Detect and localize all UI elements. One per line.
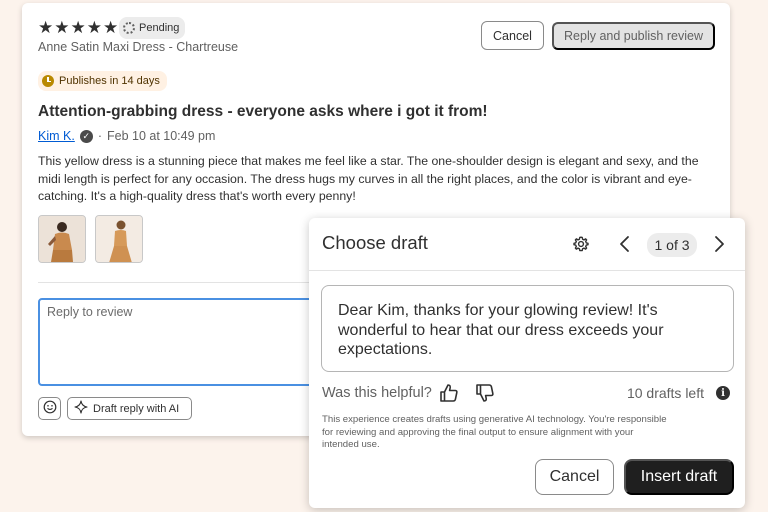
- status-text: Pending: [139, 22, 180, 34]
- draft-text: Dear Kim, thanks for your glowing review…: [321, 285, 734, 372]
- publish-notice-badge: Publishes in 14 days: [38, 71, 167, 91]
- star-icon: ★: [38, 18, 54, 37]
- cancel-button[interactable]: Cancel: [481, 21, 544, 50]
- publish-notice-text: Publishes in 14 days: [59, 75, 160, 87]
- insert-draft-button[interactable]: Insert draft: [624, 459, 734, 495]
- choose-draft-panel: Choose draft 1 of 3 Dear Kim, thanks for…: [309, 218, 745, 508]
- reply-input[interactable]: [38, 298, 338, 386]
- product-name: Anne Satin Maxi Dress - Chartreuse: [38, 40, 239, 54]
- panel-divider: [309, 270, 745, 271]
- meta-separator: ·: [97, 129, 102, 143]
- emoji-icon: [43, 400, 57, 417]
- star-rating: ★ ★ ★ ★ ★: [38, 19, 118, 36]
- cancel-draft-button[interactable]: Cancel: [535, 459, 614, 495]
- star-icon: ★: [54, 18, 70, 37]
- status-badge: Pending: [119, 17, 186, 39]
- review-meta: Kim K. ✓ · Feb 10 at 10:49 pm: [38, 129, 215, 143]
- clock-icon: [42, 75, 54, 87]
- chevron-left-icon[interactable]: [617, 235, 633, 258]
- reviewer-link[interactable]: Kim K.: [38, 129, 75, 143]
- drafts-left: 10 drafts left: [626, 385, 704, 401]
- review-photo[interactable]: [95, 215, 143, 263]
- helpful-label: Was this helpful?: [322, 385, 432, 401]
- draft-reply-ai-button[interactable]: Draft reply with AI: [67, 397, 192, 420]
- gear-icon[interactable]: [572, 235, 590, 258]
- panel-title: Choose draft: [322, 232, 428, 253]
- star-icon: ★: [103, 18, 119, 37]
- sparkle-icon: [74, 400, 88, 417]
- draft-reply-ai-label: Draft reply with AI: [93, 402, 180, 415]
- info-icon[interactable]: i: [716, 386, 730, 400]
- emoji-button[interactable]: [38, 397, 61, 420]
- thumbs-down-icon[interactable]: [474, 382, 496, 409]
- chevron-right-icon[interactable]: [711, 235, 727, 258]
- reply-and-publish-button[interactable]: Reply and publish review: [552, 22, 715, 50]
- review-date: Feb 10 at 10:49 pm: [106, 129, 216, 143]
- star-icon: ★: [86, 18, 102, 37]
- review-body: This yellow dress is a stunning piece th…: [38, 154, 699, 203]
- review-photo[interactable]: [38, 215, 86, 263]
- thumbs-up-icon[interactable]: [438, 382, 460, 409]
- verified-icon: ✓: [79, 129, 93, 143]
- draft-counter: 1 of 3: [647, 233, 697, 257]
- pending-icon: [123, 22, 135, 34]
- review-title: Attention-grabbing dress - everyone asks…: [38, 103, 488, 120]
- ai-disclaimer: This experience creates drafts using gen…: [322, 414, 667, 450]
- star-icon: ★: [70, 18, 86, 37]
